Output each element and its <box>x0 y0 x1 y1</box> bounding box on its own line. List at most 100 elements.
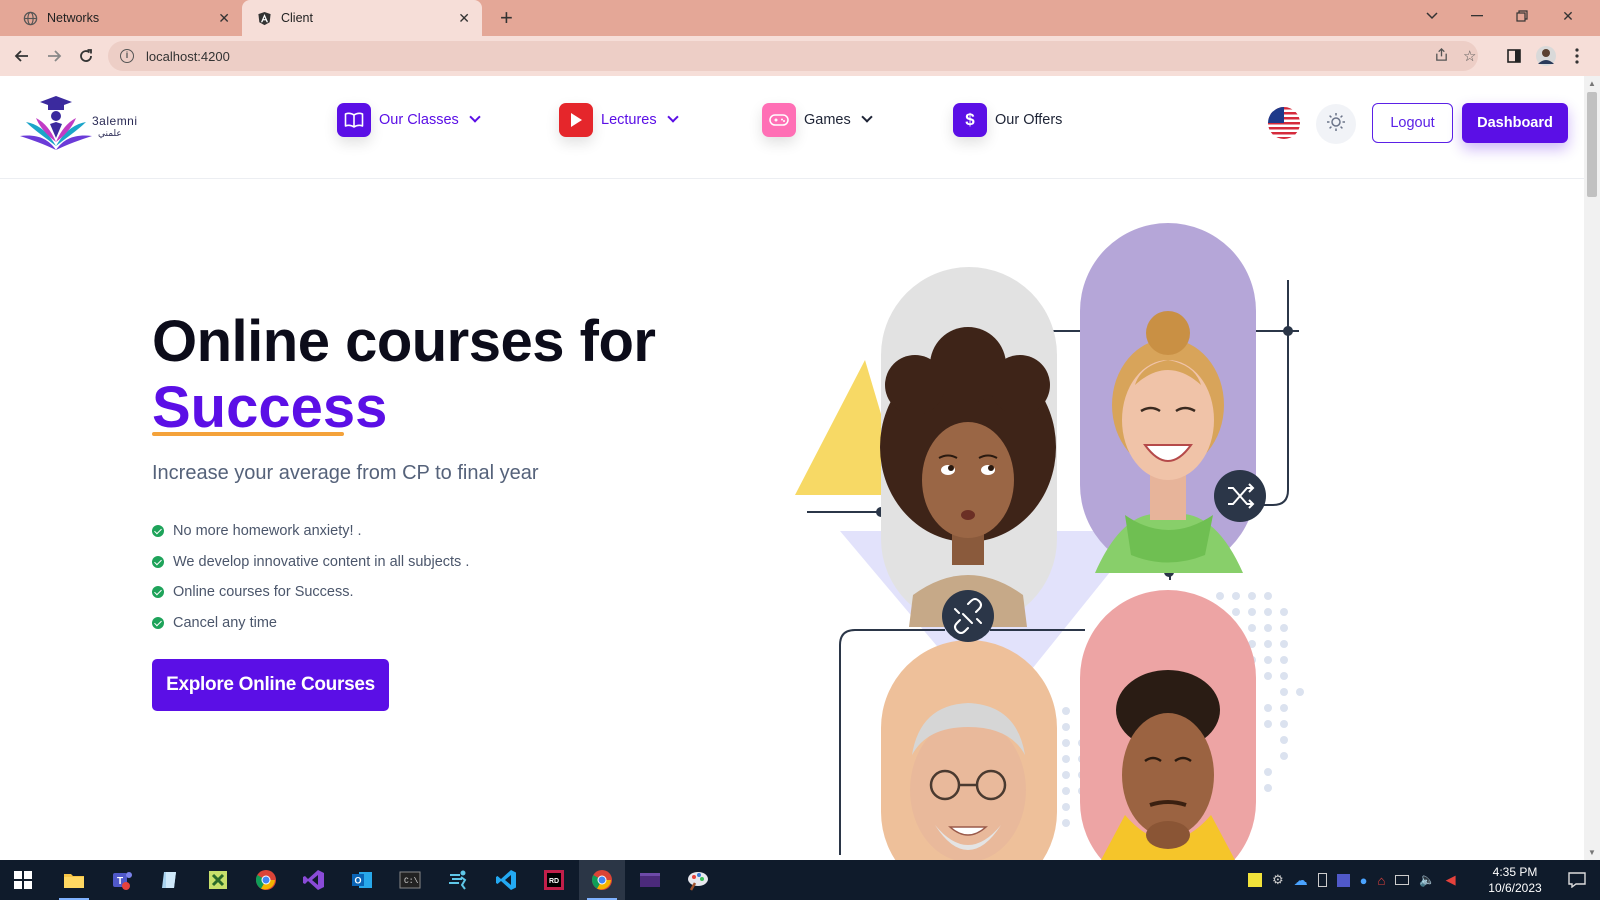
feature-list: No more homework anxiety! . We develop i… <box>152 516 469 638</box>
tray-app-icon[interactable]: ⚙ <box>1272 872 1284 888</box>
restore-icon[interactable] <box>1500 0 1544 32</box>
angular-icon <box>256 10 272 26</box>
site-info-icon[interactable]: i <box>120 49 134 63</box>
browser-tabbar: Networks ✕ Client ✕ + ✕ <box>0 0 1600 36</box>
hero-title: Online courses for <box>152 309 656 374</box>
visual-studio-icon[interactable] <box>291 860 337 900</box>
nav-label: Our Classes <box>379 112 459 128</box>
nav-lectures[interactable]: Lectures <box>559 103 679 137</box>
tab-search-icon[interactable] <box>1410 0 1454 32</box>
system-tray: ⚙ ☁ ● ⌂ 🔈 ◀ <box>1248 860 1456 900</box>
page-scrollbar[interactable]: ▲ ▼ <box>1584 76 1600 860</box>
tab-title: Networks <box>47 11 100 25</box>
side-panel-icon[interactable] <box>1500 42 1528 70</box>
chevron-down-icon <box>861 111 873 123</box>
nav-label: Games <box>804 112 851 128</box>
window-close-icon[interactable]: ✕ <box>1546 0 1590 32</box>
teams-icon[interactable]: T <box>99 860 145 900</box>
nav-games[interactable]: Games <box>762 103 873 137</box>
close-icon[interactable]: ✕ <box>458 10 470 26</box>
chevron-down-icon <box>469 111 481 123</box>
logo-subtitle: علمني <box>98 128 122 138</box>
feature-text: No more homework anxiety! . <box>173 523 362 540</box>
close-icon[interactable]: ✕ <box>218 10 230 26</box>
mute-indicator-icon[interactable]: ◀ <box>1446 872 1456 888</box>
share-icon[interactable] <box>1434 47 1449 66</box>
feature-text: Cancel any time <box>173 614 277 631</box>
runner-app-icon[interactable] <box>435 860 481 900</box>
scroll-up-icon[interactable]: ▲ <box>1588 79 1596 88</box>
shuffle-icon <box>1214 470 1266 522</box>
hero-subtitle: Increase your average from CP to final y… <box>152 462 539 484</box>
nav-label: Our Offers <box>995 112 1063 128</box>
chrome-icon[interactable] <box>243 860 289 900</box>
explore-courses-button[interactable]: Explore Online Courses <box>152 659 389 711</box>
feature-text: Online courses for Success. <box>173 584 354 601</box>
list-item: We develop innovative content in all sub… <box>152 547 469 578</box>
minimize-icon[interactable] <box>1455 0 1499 32</box>
teams-tray-icon[interactable] <box>1336 873 1350 887</box>
new-tab-icon[interactable]: + <box>500 5 513 31</box>
terminal-icon[interactable]: C:\ <box>387 860 433 900</box>
volume-icon[interactable]: 🔈 <box>1419 872 1435 888</box>
logout-button[interactable]: Logout <box>1372 103 1453 143</box>
check-icon <box>152 555 164 568</box>
notifications-icon[interactable] <box>1554 860 1600 900</box>
onedrive-icon[interactable]: ☁ <box>1294 872 1308 889</box>
clock-time: 4:35 PM <box>1492 865 1538 879</box>
vscode-icon[interactable] <box>483 860 529 900</box>
profile-avatar[interactable] <box>1532 42 1560 70</box>
menu-dots-icon[interactable] <box>1563 42 1591 70</box>
console-app-icon[interactable] <box>627 860 673 900</box>
list-item: Cancel any time <box>152 608 469 639</box>
url-text: localhost:4200 <box>146 48 230 64</box>
check-icon <box>152 586 164 599</box>
check-icon <box>152 525 164 538</box>
scroll-down-icon[interactable]: ▼ <box>1588 848 1596 857</box>
tab-networks[interactable]: Networks ✕ <box>8 0 242 36</box>
site-logo[interactable]: 3alemni علمني <box>18 94 140 154</box>
nav-our-offers[interactable]: $ Our Offers <box>953 103 1062 137</box>
unlink-icon <box>942 590 994 642</box>
address-bar[interactable]: i localhost:4200 ☆ <box>108 41 1478 71</box>
theme-toggle-button[interactable] <box>1316 104 1356 144</box>
security-tray-icon[interactable]: ⌂ <box>1378 873 1386 888</box>
highlight-underline <box>152 432 344 436</box>
back-icon[interactable] <box>8 42 36 70</box>
network-icon[interactable] <box>1395 875 1410 885</box>
outlook-icon[interactable]: O <box>339 860 385 900</box>
rider-icon[interactable]: RD <box>531 860 577 900</box>
svg-text:O: O <box>354 876 361 886</box>
forward-icon[interactable] <box>40 42 68 70</box>
clock-date: 10/6/2023 <box>1488 881 1542 895</box>
sun-icon <box>1326 112 1346 137</box>
check-icon <box>152 616 164 629</box>
feature-text: We develop innovative content in all sub… <box>173 553 470 570</box>
chevron-down-icon <box>666 111 679 123</box>
person-photo <box>910 703 1026 860</box>
globe-icon <box>22 10 38 26</box>
cloud-tray-icon[interactable]: ● <box>1360 873 1368 888</box>
usb-icon[interactable] <box>1317 873 1327 887</box>
scroll-thumb[interactable] <box>1587 92 1597 197</box>
sticky-notes-icon[interactable] <box>1248 873 1262 887</box>
list-item: Online courses for Success. <box>152 577 469 608</box>
chrome-active-icon[interactable] <box>579 860 625 900</box>
us-flag-icon[interactable] <box>1268 107 1300 139</box>
tab-title: Client <box>281 11 313 25</box>
taskbar-clock[interactable]: 4:35 PM 10/6/2023 <box>1485 864 1545 896</box>
reload-icon[interactable] <box>72 42 100 70</box>
bookmark-star-icon[interactable]: ☆ <box>1463 47 1476 65</box>
file-explorer-icon[interactable] <box>51 860 97 900</box>
notes-app-icon[interactable] <box>147 860 193 900</box>
start-icon[interactable] <box>0 860 46 900</box>
nav-our-classes[interactable]: Our Classes <box>337 103 481 137</box>
tab-client[interactable]: Client ✕ <box>242 0 482 36</box>
hero-illustration <box>795 215 1335 860</box>
dashboard-button[interactable]: Dashboard <box>1462 103 1568 143</box>
paint-app-icon[interactable] <box>675 860 721 900</box>
gamepad-icon <box>762 103 796 137</box>
book-icon <box>337 103 371 137</box>
excel-tool-icon[interactable] <box>195 860 241 900</box>
svg-text:C:\: C:\ <box>404 877 419 886</box>
